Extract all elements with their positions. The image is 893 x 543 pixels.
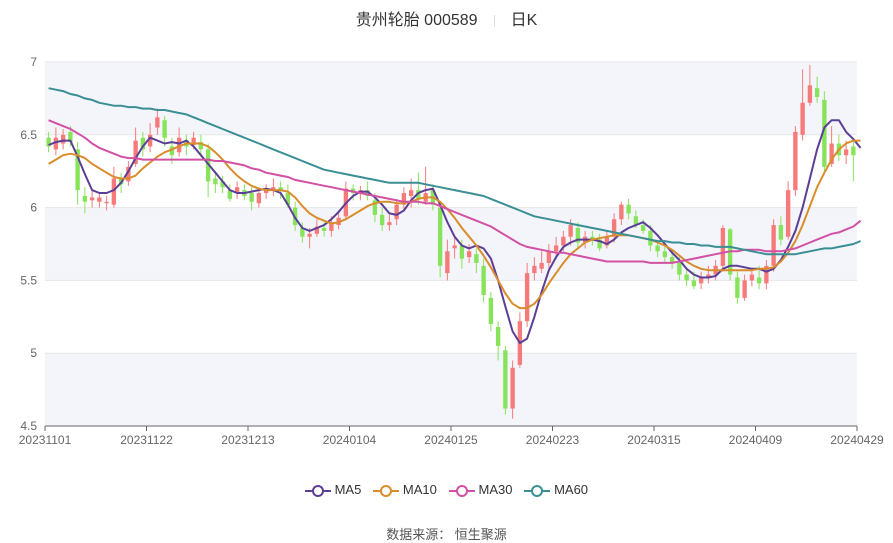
candle-body [640, 225, 646, 231]
candle-body [532, 265, 537, 274]
candle-body [742, 280, 747, 298]
x-tick-label: 20240429 [830, 433, 884, 447]
candle-body [539, 262, 544, 269]
candle-body [256, 193, 262, 204]
candle-body [851, 146, 856, 156]
x-tick-label: 20240409 [729, 433, 783, 447]
legend-item-ma5[interactable]: MA5 [304, 482, 362, 498]
candle-body [626, 204, 631, 214]
x-tick-label: 20231213 [221, 433, 275, 447]
candle-body [814, 88, 820, 97]
candle-body [387, 222, 392, 226]
candle-body [213, 178, 218, 185]
legend-marker-icon [304, 484, 331, 497]
legend-item-ma30[interactable]: MA30 [448, 482, 513, 498]
legend-marker-icon [524, 484, 551, 497]
legend-marker-icon [448, 484, 475, 497]
candle-body [524, 273, 530, 322]
grid-band [45, 353, 857, 426]
candle-body [778, 225, 784, 240]
candle-body [807, 85, 813, 103]
candle-body [466, 251, 472, 258]
candle-body [771, 225, 776, 266]
candle-body [379, 214, 385, 226]
background-bands [45, 62, 857, 426]
x-tick-label: 20231101 [19, 433, 72, 447]
candle-body [60, 134, 66, 144]
candle-body [684, 274, 689, 281]
candle-body [510, 367, 515, 409]
candle-body [495, 326, 501, 346]
candle-body [561, 236, 566, 246]
candle-body [749, 274, 755, 281]
x-axis: 20231101 20231122 20231213 20240104 20240125… [19, 425, 884, 447]
candle-body [307, 233, 312, 237]
candle-body [503, 350, 508, 409]
x-tick-label: 20240104 [323, 433, 377, 447]
candle-body [89, 197, 95, 201]
candle-body [648, 230, 653, 246]
candle-body [474, 254, 479, 263]
y-tick-label: 4.5 [20, 419, 37, 433]
candle-body [249, 193, 254, 202]
candle-body [800, 102, 805, 135]
candle-body [481, 265, 486, 295]
x-tick-label: 20231122 [120, 433, 173, 447]
legend-label: MA5 [330, 482, 362, 497]
y-tick-label: 5 [30, 346, 37, 360]
legend-label: MA60 [550, 482, 589, 497]
y-tick-label: 6.5 [20, 128, 37, 142]
legend: MA5 MA10 MA30 MA60 [0, 482, 893, 498]
candle-body [445, 251, 450, 274]
candle-body [677, 262, 682, 275]
candle-body [162, 120, 167, 138]
y-tick-label: 6 [30, 201, 37, 215]
candle-body [459, 245, 465, 259]
y-axis: 4.5 5 5.5 6 6.5 7 [20, 55, 37, 433]
y-tick-label: 5.5 [20, 273, 37, 287]
candle-body [655, 245, 660, 252]
candle-body [735, 277, 740, 298]
candle-body [437, 207, 443, 266]
candle-body [756, 277, 762, 284]
data-source: 数据来源： 恒生聚源 [386, 527, 507, 542]
candle-body [568, 225, 573, 237]
y-tick-label: 7 [30, 55, 37, 69]
candle-body [793, 131, 798, 191]
candle-body [488, 297, 494, 325]
kline-chart: 4.555.566.57 20231101 20231122 20231213 202… [19, 55, 884, 447]
candle-body [321, 227, 327, 231]
candle-body [97, 197, 102, 202]
candle-body [619, 204, 624, 220]
x-tick-label: 20240223 [526, 433, 580, 447]
legend-label: MA30 [474, 482, 513, 497]
candle-body [394, 204, 399, 220]
legend-label: MA10 [399, 482, 437, 497]
candle-body [155, 117, 160, 128]
legend-item-ma60[interactable]: MA60 [524, 482, 588, 498]
legend-item-ma10[interactable]: MA10 [373, 482, 437, 498]
candle-body [82, 195, 88, 202]
candle-body [611, 219, 617, 237]
candle-body [408, 190, 414, 196]
legend-marker-icon [373, 484, 400, 497]
candle-body [546, 251, 552, 263]
candle-body [843, 149, 849, 156]
candle-body [452, 245, 457, 249]
candle-body [104, 201, 109, 204]
candle-body [553, 245, 559, 252]
candle-body [785, 190, 791, 237]
x-tick-label: 20240315 [627, 433, 681, 447]
candle-body [662, 251, 668, 258]
candle-body [691, 280, 697, 287]
x-tick-label: 20240125 [424, 433, 478, 447]
